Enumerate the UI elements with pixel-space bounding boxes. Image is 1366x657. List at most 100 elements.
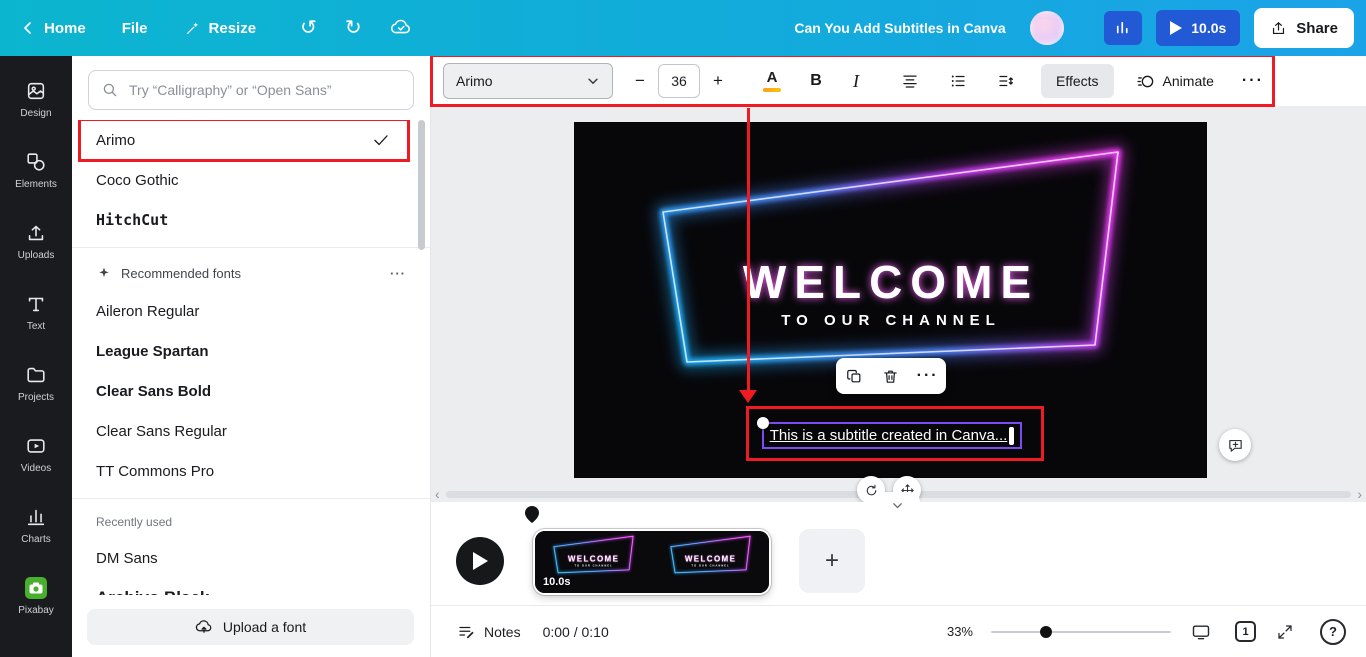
add-page-button[interactable]: +: [799, 529, 865, 593]
divider: [72, 247, 430, 248]
font-item-hitchcut[interactable]: HitchCut: [72, 200, 430, 240]
sidebar-item-videos[interactable]: Videos: [3, 419, 69, 490]
notes-button[interactable]: Notes: [457, 623, 521, 641]
font-name: Clear Sans Bold: [96, 383, 211, 400]
video-clip[interactable]: 10.0s: [533, 529, 771, 595]
share-button[interactable]: Share: [1254, 8, 1354, 48]
chevron-left-icon: [20, 20, 36, 36]
recommended-label: Recommended fonts: [121, 266, 241, 281]
text-cursor: [1009, 427, 1014, 445]
avatar[interactable]: [1030, 11, 1064, 45]
chevron-down-icon: [891, 500, 904, 512]
text-color-swatch: [763, 88, 781, 92]
comment-button[interactable]: [1219, 429, 1251, 461]
video-page[interactable]: ··· This is a subtitle created in Canva.…: [574, 122, 1207, 478]
sidebar-item-design[interactable]: Design: [3, 64, 69, 135]
play-icon: [1170, 21, 1182, 35]
font-name: HitchCut: [96, 211, 168, 229]
font-size-value[interactable]: 36: [658, 64, 700, 98]
object-more-button[interactable]: ···: [913, 361, 943, 391]
redo-button[interactable]: ↻: [345, 18, 362, 38]
zoom-slider-track[interactable]: [991, 631, 1171, 633]
increase-font-size-button[interactable]: +: [703, 65, 733, 97]
play-icon: [472, 552, 488, 570]
undo-button[interactable]: ↺: [300, 18, 317, 38]
alignment-button[interactable]: [895, 65, 925, 97]
duplicate-button[interactable]: [839, 361, 869, 391]
divider: [72, 498, 430, 499]
font-item-archivo-black[interactable]: Archivo Black: [72, 578, 430, 595]
resize-button[interactable]: Resize: [184, 20, 257, 37]
timeline-play-button[interactable]: [456, 537, 504, 585]
font-family-value: Arimo: [456, 73, 493, 89]
file-menu[interactable]: File: [122, 20, 148, 37]
sidebar-item-projects[interactable]: Projects: [3, 348, 69, 419]
align-center-icon: [901, 72, 919, 90]
sidebar-item-text[interactable]: Text: [3, 277, 69, 348]
upload-font-button[interactable]: Upload a font: [87, 609, 414, 645]
subtitle-text: This is a subtitle created in Canva...: [770, 427, 1008, 444]
duration-label: 10.0s: [1191, 20, 1226, 36]
present-button[interactable]: 10.0s: [1156, 10, 1240, 46]
playhead-marker[interactable]: [525, 506, 539, 528]
font-item-aileron[interactable]: Aileron Regular: [72, 291, 430, 331]
font-item-coco-gothic[interactable]: Coco Gothic: [72, 160, 430, 200]
text-color-button[interactable]: A: [757, 65, 787, 97]
sidebar-label: Text: [27, 321, 45, 332]
font-item-dm-sans[interactable]: DM Sans: [72, 538, 430, 578]
panel-scrollbar[interactable]: [418, 120, 425, 250]
insights-button[interactable]: [1104, 11, 1142, 45]
font-item-arimo[interactable]: Arimo: [72, 120, 430, 160]
sidebar-item-elements[interactable]: Elements: [3, 135, 69, 206]
zoom-slider[interactable]: [991, 625, 1171, 639]
trash-icon: [882, 368, 899, 385]
delete-button[interactable]: [876, 361, 906, 391]
sidebar-label: Pixabay: [18, 605, 54, 616]
topbar: Home File Resize ↺ ↻ Can You Add Subtitl…: [0, 0, 1366, 56]
sidebar-label: Uploads: [18, 250, 55, 261]
sidebar-item-uploads[interactable]: Uploads: [3, 206, 69, 277]
font-item-clear-sans-regular[interactable]: Clear Sans Regular: [72, 411, 430, 451]
sidebar-item-pixabay[interactable]: Pixabay: [3, 561, 69, 632]
font-name: Clear Sans Regular: [96, 423, 227, 440]
page-indicator[interactable]: 1: [1235, 621, 1256, 642]
zoom-level: 33%: [947, 624, 973, 639]
font-item-league-spartan[interactable]: League Spartan: [72, 331, 430, 371]
home-button[interactable]: Home: [20, 20, 86, 37]
animate-button[interactable]: Animate: [1136, 72, 1214, 91]
help-button[interactable]: ?: [1320, 619, 1346, 645]
file-label: File: [122, 20, 148, 37]
font-item-clear-sans-bold[interactable]: Clear Sans Bold: [72, 371, 430, 411]
font-search[interactable]: [88, 70, 414, 110]
zoom-slider-handle[interactable]: [1040, 626, 1052, 638]
sidebar-item-charts[interactable]: Charts: [3, 490, 69, 561]
scroll-left-icon[interactable]: ‹: [435, 487, 440, 501]
font-size-group: − 36 +: [625, 64, 733, 98]
fullscreen-icon[interactable]: [1276, 623, 1294, 641]
statusbar: Notes 0:00 / 0:10 33% 1 ?: [431, 605, 1366, 657]
decrease-font-size-button[interactable]: −: [625, 65, 655, 97]
recommended-more-button[interactable]: ···: [390, 266, 406, 281]
subtitle-textbox[interactable]: This is a subtitle created in Canva...: [762, 422, 1022, 449]
design-icon: [25, 80, 47, 102]
font-family-dropdown[interactable]: Arimo: [443, 63, 613, 99]
font-search-input[interactable]: [129, 82, 401, 98]
effects-button[interactable]: Effects: [1041, 64, 1114, 98]
recently-used-header: Recently used: [72, 506, 430, 538]
grid-view-icon[interactable]: [1191, 622, 1211, 642]
comment-plus-icon: [1227, 437, 1244, 454]
spacing-button[interactable]: [991, 65, 1021, 97]
italic-button[interactable]: I: [841, 65, 871, 97]
font-name: Arimo: [96, 132, 135, 149]
toolbar-more-button[interactable]: ···: [1238, 65, 1268, 97]
timeline-collapse-tab[interactable]: [874, 492, 920, 512]
font-item-tt-commons[interactable]: TT Commons Pro: [72, 451, 430, 491]
playhead-pin-icon: [525, 506, 539, 523]
bold-button[interactable]: B: [801, 65, 831, 97]
sidebar: Design Elements Uploads Text Projects Vi…: [0, 56, 72, 657]
list-button[interactable]: [943, 65, 973, 97]
selection-handle[interactable]: [757, 417, 769, 429]
notes-label: Notes: [484, 624, 521, 640]
upload-cloud-icon: [195, 618, 213, 636]
scroll-right-icon[interactable]: ›: [1357, 487, 1362, 501]
